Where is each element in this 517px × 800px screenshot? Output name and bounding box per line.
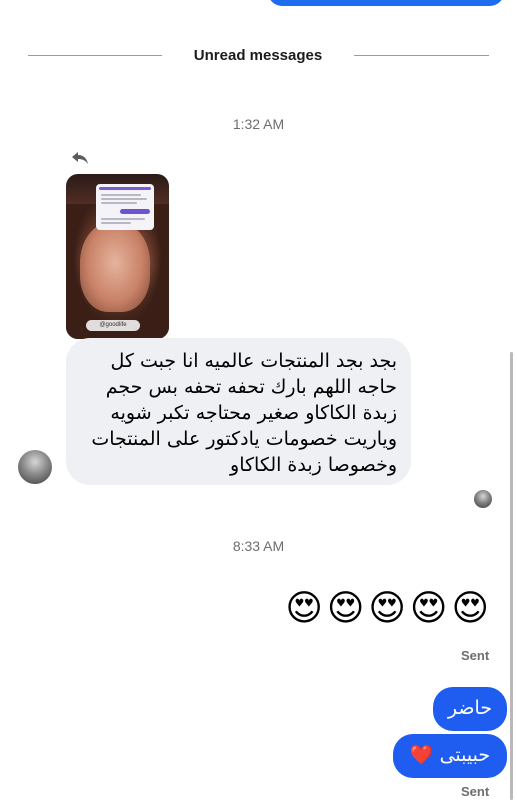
incoming-message-bubble[interactable]: بجد بجد المنتجات عالميه انا جبت كل حاجه … [66,338,411,485]
sent-status: Sent [461,648,490,663]
outgoing-message-bubble[interactable]: حاضر [433,687,507,731]
timestamp: 8:33 AM [232,538,285,554]
reply-arrow-icon [72,152,88,164]
sent-status: Sent [461,784,490,799]
previous-outgoing-bubble[interactable] [268,0,504,6]
divider-line-left [28,55,162,56]
divider-line-right [354,55,489,56]
outgoing-message-bubble[interactable]: حبيبتى ❤️ [393,734,507,778]
story-screenshot-card [96,184,154,230]
emoji-message[interactable]: 😍😍😍😍😍 [253,588,493,628]
timestamp: 1:32 AM [232,116,285,132]
story-tag: @goodlife [86,320,140,331]
scrollbar[interactable] [510,352,513,800]
story-thumbnail[interactable]: @goodlife [66,174,169,339]
sender-avatar[interactable] [18,450,52,484]
unread-divider: Unread messages [0,45,517,67]
unread-label: Unread messages [193,47,323,64]
story-face [80,222,150,312]
seen-indicator-avatar [474,490,492,508]
